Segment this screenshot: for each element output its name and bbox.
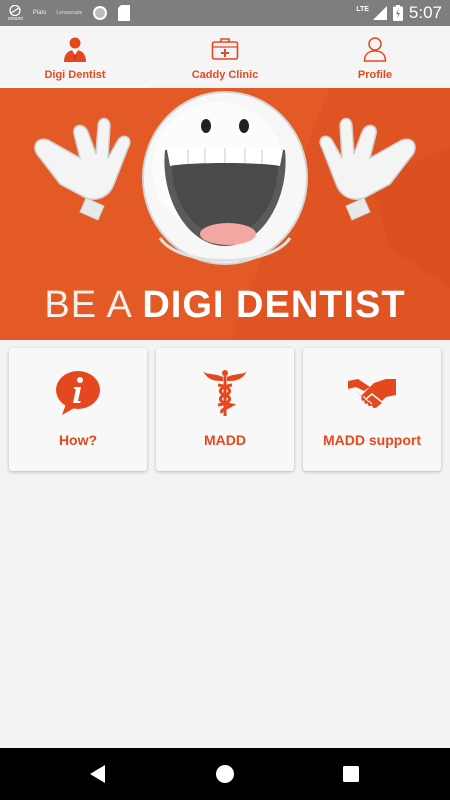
recents-square-icon bbox=[343, 766, 359, 782]
network-type: LTE bbox=[356, 5, 369, 13]
system-nav-bar bbox=[0, 748, 450, 800]
sd-card-icon bbox=[118, 5, 131, 21]
brand-name: smumi bbox=[8, 15, 23, 22]
brand-notification: smumi bbox=[8, 4, 23, 22]
how-card[interactable]: How? bbox=[9, 348, 147, 471]
home-button[interactable] bbox=[213, 762, 237, 786]
card-label: MADD bbox=[204, 432, 246, 448]
notification-app-2: Lenspeople bbox=[56, 10, 83, 16]
tab-label: Digi Dentist bbox=[44, 69, 106, 81]
banner-title-bold: DIGI DENTIST bbox=[142, 284, 406, 326]
banner-title-prefix: BE A bbox=[44, 284, 143, 326]
record-icon bbox=[93, 6, 108, 20]
notification-app-1: Plato bbox=[32, 10, 47, 16]
card-label: How? bbox=[58, 432, 98, 448]
left-glove-hand bbox=[34, 117, 131, 221]
first-aid-kit-icon bbox=[211, 36, 239, 62]
tab-label: Profile bbox=[357, 69, 393, 81]
card-label: MADD support bbox=[323, 432, 421, 448]
back-button[interactable] bbox=[86, 762, 110, 786]
clock: 5:07 bbox=[408, 3, 442, 22]
status-bar-right: LTE 5:07 bbox=[356, 0, 442, 26]
dentist-person-icon bbox=[62, 36, 88, 62]
status-bar-left: smumi Plato Lenspeople bbox=[8, 3, 131, 23]
caduceus-icon bbox=[202, 368, 248, 418]
recents-button[interactable] bbox=[339, 762, 363, 786]
tab-bar: Digi Dentist Caddy Clinic Profile bbox=[0, 26, 450, 88]
menu-cards: How? MADD MADD support bbox=[9, 348, 441, 471]
madd-card[interactable]: MADD bbox=[156, 348, 294, 471]
madd-support-card[interactable]: MADD support bbox=[303, 348, 441, 471]
battery-charging-icon bbox=[392, 5, 403, 21]
brand-logo-icon bbox=[9, 4, 22, 16]
home-circle-icon bbox=[216, 765, 234, 783]
user-icon bbox=[363, 36, 387, 62]
status-bar: smumi Plato Lenspeople LTE 5:07 bbox=[0, 0, 450, 26]
tab-label: Caddy Clinic bbox=[191, 69, 259, 81]
back-triangle-icon bbox=[90, 765, 105, 783]
handshake-icon bbox=[348, 368, 396, 418]
banner-image: BE A DIGI DENTIST bbox=[0, 88, 450, 340]
tab-digi-dentist[interactable]: Digi Dentist bbox=[0, 26, 150, 88]
tab-profile[interactable]: Profile bbox=[300, 26, 450, 88]
banner-title: BE A DIGI DENTIST bbox=[0, 284, 450, 327]
tab-caddy-clinic[interactable]: Caddy Clinic bbox=[150, 26, 300, 88]
info-bubble-icon bbox=[54, 368, 102, 418]
signal-icon bbox=[372, 6, 387, 20]
